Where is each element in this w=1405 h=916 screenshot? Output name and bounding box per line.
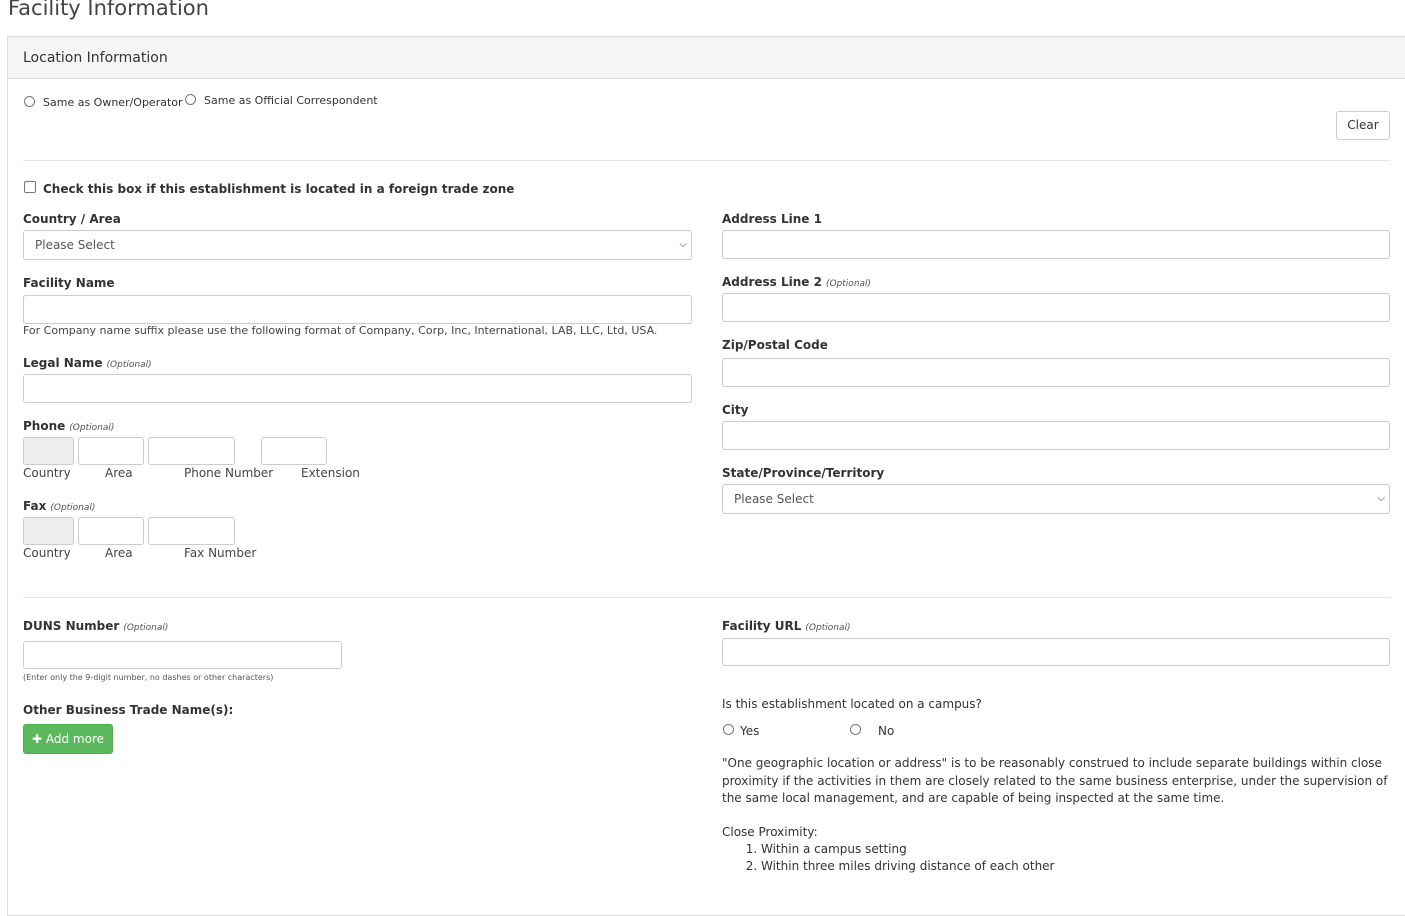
facility-url-text: Facility URL [722, 619, 802, 633]
zip-label: Zip/Postal Code [722, 338, 828, 352]
legal-name-input[interactable] [23, 374, 692, 403]
page-title: Facility Information [8, 0, 209, 20]
chevron-down-icon: ⌵ [679, 239, 687, 250]
campus-no-label: No [878, 724, 895, 738]
phone-country-sublabel: Country [23, 466, 71, 480]
phone-text: Phone [23, 419, 66, 433]
city-label: City [722, 403, 749, 417]
foreign-trade-zone-label: Check this box if this establishment is … [43, 182, 515, 196]
address2-label: Address Line 2 (Optional) [722, 275, 871, 289]
duns-text: DUNS Number [23, 619, 120, 633]
optional-tag: (Optional) [106, 360, 152, 370]
fax-text: Fax [23, 499, 47, 513]
campus-question: Is this establishment located on a campu… [722, 697, 982, 711]
panel-header: Location Information [8, 37, 1405, 79]
country-area-select[interactable]: Please Select ⌵ [23, 230, 692, 260]
legal-name-text: Legal Name [23, 356, 103, 370]
fax-area-sublabel: Area [105, 546, 133, 560]
optional-tag: (Optional) [805, 623, 851, 633]
campus-no-radio[interactable] [850, 724, 861, 735]
foreign-trade-zone-checkbox[interactable] [24, 181, 36, 193]
duns-input[interactable] [23, 641, 342, 669]
proximity-title: Close Proximity: [722, 825, 818, 839]
fax-country-sublabel: Country [23, 546, 71, 560]
facility-url-label: Facility URL (Optional) [722, 619, 851, 633]
chevron-down-icon: ⌵ [1377, 493, 1385, 504]
state-value: Please Select [734, 492, 814, 506]
divider [23, 597, 1390, 598]
phone-number-input[interactable] [148, 437, 235, 465]
phone-number-sublabel: Phone Number [184, 466, 274, 480]
duns-label: DUNS Number (Optional) [23, 619, 168, 633]
legal-name-label: Legal Name (Optional) [23, 356, 152, 370]
country-area-label: Country / Area [23, 212, 121, 226]
phone-area-sublabel: Area [105, 466, 133, 480]
fax-number-sublabel: Fax Number [184, 546, 257, 560]
optional-tag: (Optional) [69, 423, 115, 433]
phone-extension-input[interactable] [261, 437, 327, 465]
fax-country-input[interactable] [23, 517, 74, 545]
same-as-owner-label: Same as Owner/Operator [43, 96, 183, 109]
optional-tag: (Optional) [123, 623, 169, 633]
zip-input[interactable] [722, 358, 1390, 387]
add-more-label: Add more [45, 732, 105, 746]
state-label: State/Province/Territory [722, 466, 885, 480]
address1-label: Address Line 1 [722, 212, 822, 226]
campus-yes-label: Yes [740, 724, 760, 738]
optional-tag: (Optional) [50, 503, 96, 513]
address1-input[interactable] [722, 230, 1390, 259]
address2-input[interactable] [722, 293, 1390, 322]
campus-yes-radio[interactable] [723, 724, 734, 735]
phone-area-input[interactable] [78, 437, 144, 465]
clear-button[interactable]: Clear [1336, 111, 1390, 140]
facility-url-input[interactable] [722, 638, 1390, 666]
optional-tag: (Optional) [825, 279, 872, 289]
proximity-list: Within a campus setting Within three mil… [722, 841, 1055, 875]
fax-label: Fax (Optional) [23, 499, 95, 513]
facility-name-help: For Company name suffix please use the f… [23, 324, 658, 337]
proximity-item: Within three miles driving distance of e… [761, 858, 1055, 875]
same-as-correspondent-label: Same as Official Correspondent [204, 94, 378, 107]
phone-country-input[interactable] [23, 437, 74, 465]
trade-names-label: Other Business Trade Name(s): [23, 703, 234, 717]
city-input[interactable] [722, 421, 1390, 450]
facility-name-input[interactable] [23, 295, 692, 324]
country-area-value: Please Select [35, 238, 115, 252]
address2-text: Address Line 2 [722, 275, 822, 289]
fax-number-input[interactable] [148, 517, 235, 545]
phone-label: Phone (Optional) [23, 419, 114, 433]
phone-extension-sublabel: Extension [301, 466, 360, 480]
facility-name-label: Facility Name [23, 276, 115, 290]
fax-area-input[interactable] [78, 517, 144, 545]
plus-icon: ✚ [31, 732, 43, 746]
add-more-button[interactable]: ✚ Add more [23, 724, 113, 754]
panel-heading: Location Information [23, 50, 168, 66]
campus-definition: "One geographic location or address" is … [722, 756, 1388, 805]
duns-help: (Enter only the 9-digit number, no dashe… [23, 673, 274, 682]
same-as-correspondent-radio[interactable] [185, 94, 196, 105]
divider [23, 160, 1390, 161]
proximity-item: Within a campus setting [761, 841, 1055, 858]
same-as-owner-radio[interactable] [24, 96, 35, 107]
state-select[interactable]: Please Select ⌵ [722, 484, 1390, 514]
